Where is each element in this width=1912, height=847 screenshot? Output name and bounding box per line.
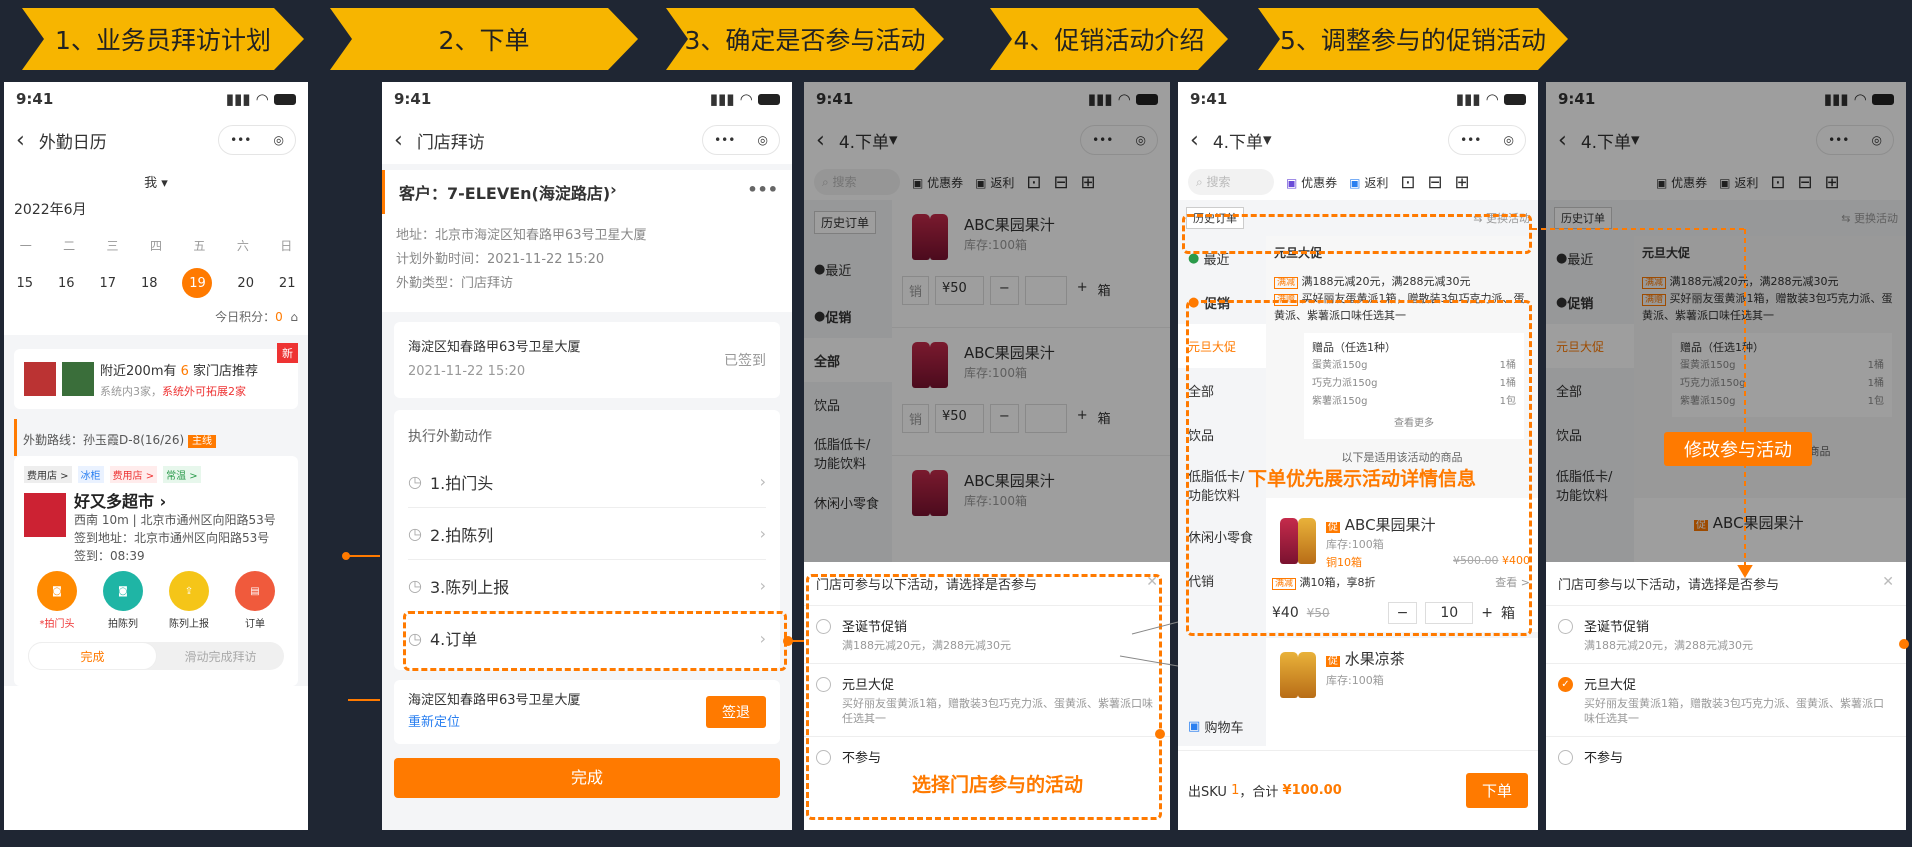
flow-connectors [342, 228, 1909, 739]
